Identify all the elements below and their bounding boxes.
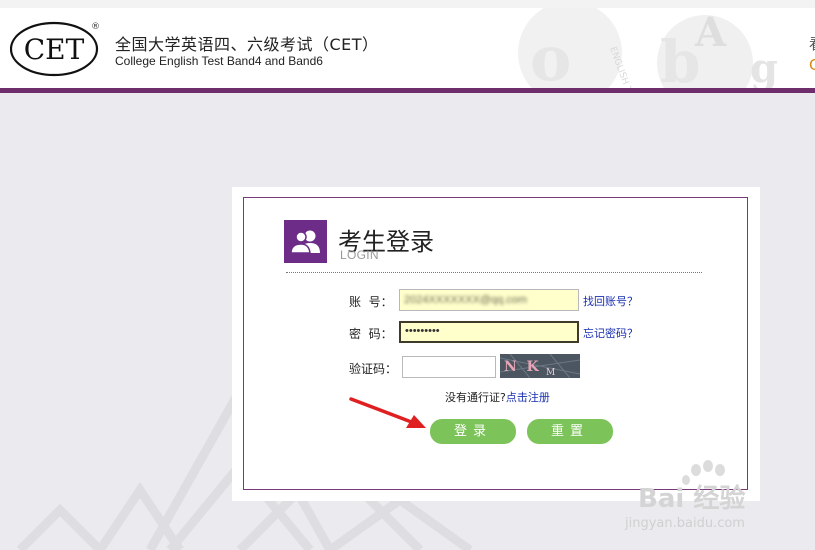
svg-text:g: g	[750, 45, 778, 88]
password-label: 密 码：	[349, 327, 393, 341]
captcha-small-text: M	[546, 368, 555, 378]
cet-logo[interactable]: CET	[9, 21, 102, 77]
account-input[interactable]: 2024XXXXXXX@qq.com	[399, 289, 579, 311]
svg-text:A: A	[694, 9, 727, 56]
captcha-label: 验证码：	[349, 362, 398, 376]
account-value: 2024XXXXXXX@qq.com	[404, 294, 528, 306]
watermark-url: jingyan.baidu.com	[625, 516, 745, 531]
password-value: •••••••••	[405, 325, 440, 337]
users-icon	[284, 220, 327, 263]
header-right-text-accent: C	[809, 56, 815, 74]
site-header: o b A g ENGLISH TEST CET ® 全国大学英语四、六级考试（…	[0, 0, 815, 88]
header-accent-bar	[0, 88, 815, 93]
captcha-input[interactable]	[402, 356, 496, 378]
watermark-brand: Bai 经验	[638, 484, 746, 514]
logo-text: CET	[24, 33, 85, 66]
registered-mark: ®	[91, 22, 100, 32]
captcha-text: N K	[504, 359, 540, 375]
svg-text:o: o	[530, 22, 571, 88]
forgot-password-link[interactable]: 忘记密码？	[583, 325, 638, 341]
header-background-art: o b A g ENGLISH TEST	[518, 8, 778, 88]
login-subtitle: LOGIN	[340, 248, 379, 262]
site-title-chinese: 全国大学英语四、六级考试（CET）	[115, 35, 379, 54]
register-prompt: 没有通行证?点击注册	[445, 389, 550, 405]
register-link[interactable]: 点击注册	[506, 391, 550, 404]
captcha-image[interactable]: N K M	[500, 354, 580, 378]
find-account-link[interactable]: 找回账号？	[583, 293, 638, 309]
reset-button[interactable]: 重置	[527, 419, 613, 444]
account-label: 账 号：	[349, 295, 393, 309]
title-divider	[286, 272, 702, 273]
password-input[interactable]: •••••••••	[399, 321, 579, 343]
site-title-english: College English Test Band4 and Band6	[115, 54, 323, 68]
header-right-text: 看	[809, 33, 815, 54]
header-top-strip	[0, 0, 815, 8]
login-button[interactable]: 登录	[430, 419, 516, 444]
no-pass-text: 没有通行证?	[445, 391, 506, 404]
annotation-arrow	[349, 397, 426, 428]
